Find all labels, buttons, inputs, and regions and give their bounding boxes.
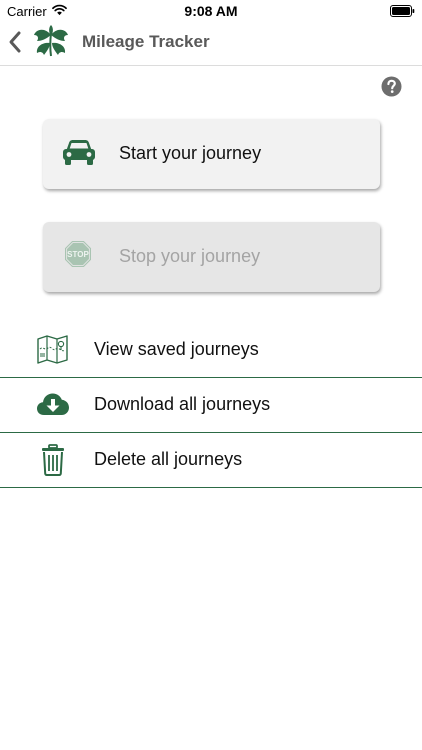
car-icon	[63, 140, 95, 165]
cloud-download-icon	[37, 393, 69, 415]
page-title: Mileage Tracker	[82, 32, 210, 51]
battery-icon	[390, 5, 415, 17]
view-saved-journeys-label: View saved journeys	[94, 339, 259, 359]
stop-journey-button[interactable]: STOP Stop your journey	[43, 222, 380, 292]
navigation-bar: Mileage Tracker	[0, 22, 422, 66]
stop-sign-icon: STOP	[65, 241, 91, 267]
start-journey-button[interactable]: Start your journey	[43, 119, 380, 189]
download-all-journeys-label: Download all journeys	[94, 394, 271, 414]
delete-all-journeys-row[interactable]: Delete all journeys	[0, 433, 422, 488]
leaf-logo-icon	[34, 25, 68, 57]
status-bar: Carrier 9:08 AM	[0, 0, 422, 22]
trash-icon	[42, 444, 64, 476]
download-all-journeys-row[interactable]: Download all journeys	[0, 378, 422, 433]
svg-text:STOP: STOP	[67, 250, 89, 259]
status-time: 9:08 AM	[184, 3, 238, 19]
delete-all-journeys-label: Delete all journeys	[94, 449, 243, 469]
view-saved-journeys-row[interactable]: View saved journeys	[0, 323, 422, 378]
map-icon	[37, 335, 68, 364]
start-journey-label: Start your journey	[119, 143, 262, 163]
help-icon[interactable]	[381, 76, 402, 97]
back-chevron-icon[interactable]	[7, 30, 23, 54]
stop-journey-label: Stop your journey	[119, 246, 261, 266]
